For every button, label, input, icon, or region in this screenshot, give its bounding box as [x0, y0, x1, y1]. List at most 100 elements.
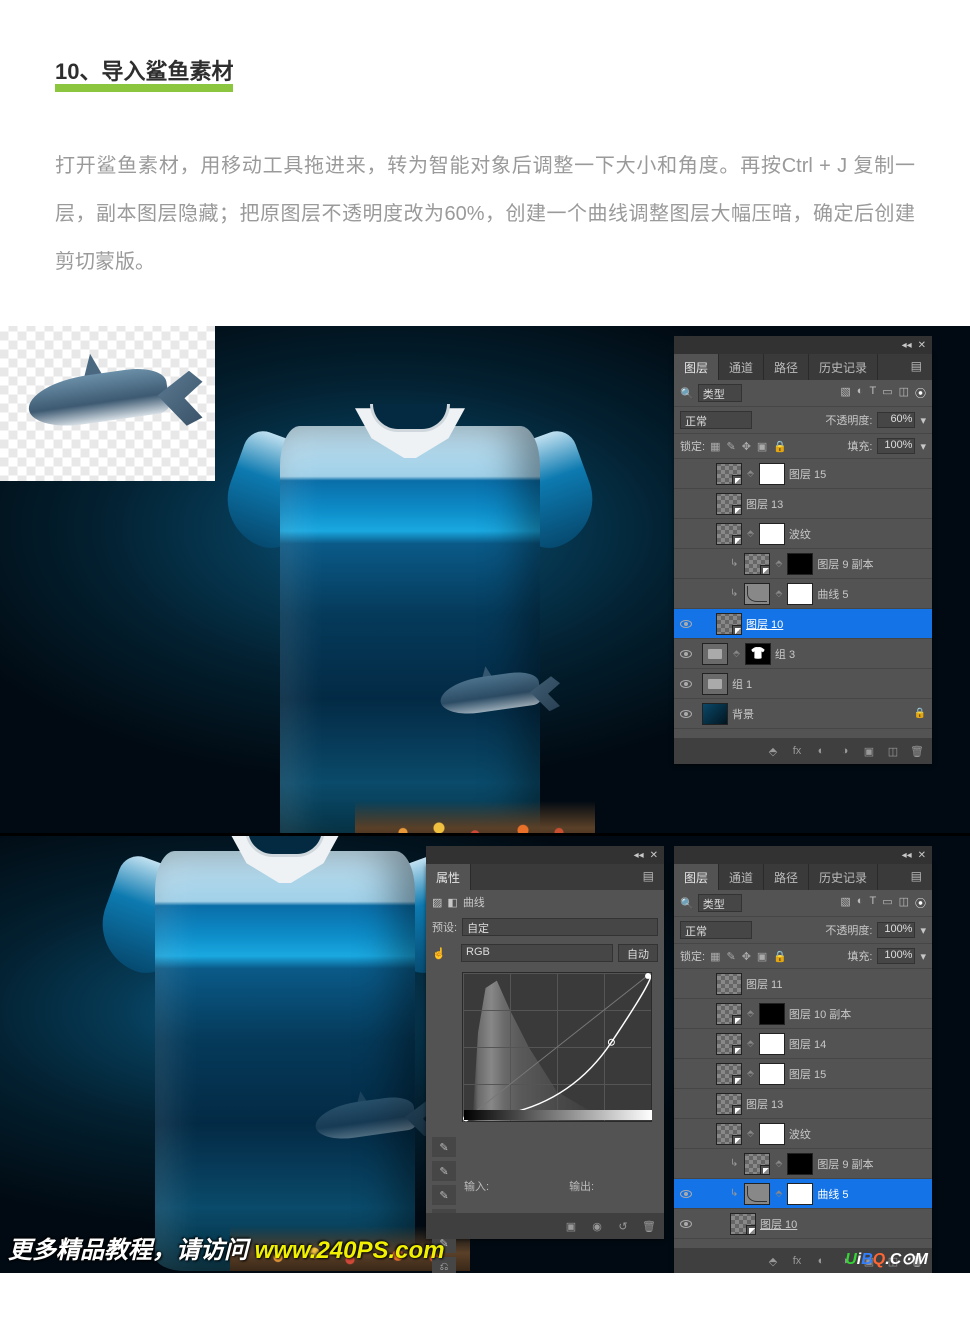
- fill-input[interactable]: 100%: [877, 438, 915, 454]
- layer-name-label[interactable]: 波纹: [789, 526, 811, 542]
- trash-icon[interactable]: 🗑: [910, 744, 924, 758]
- tab-history[interactable]: 历史记录: [809, 864, 878, 890]
- layer-name-label[interactable]: 组 3: [775, 646, 795, 662]
- layer-thumb[interactable]: [702, 673, 728, 695]
- layer-name-label[interactable]: 图层 10 副本: [789, 1006, 851, 1022]
- lock-brush-icon[interactable]: ✎: [726, 950, 735, 963]
- blend-mode-select[interactable]: 正常: [680, 921, 752, 939]
- fill-input[interactable]: 100%: [877, 948, 915, 964]
- layer-thumb[interactable]: [744, 553, 770, 575]
- layer-row[interactable]: ↳⬘图层 9 副本: [674, 549, 932, 579]
- view-prev-icon[interactable]: ◉: [590, 1219, 604, 1233]
- layer-name-label[interactable]: 图层 13: [746, 1096, 783, 1112]
- tab-paths[interactable]: 路径: [764, 864, 809, 890]
- hand-icon[interactable]: ☝: [432, 947, 456, 960]
- visibility-toggle[interactable]: [678, 706, 694, 722]
- layer-thumb[interactable]: [716, 973, 742, 995]
- tab-layers[interactable]: 图层: [674, 864, 719, 890]
- layer-name-label[interactable]: 图层 15: [789, 1066, 826, 1082]
- auto-button[interactable]: 自动: [618, 944, 658, 962]
- filter-image-icon[interactable]: ▧: [840, 895, 850, 911]
- mask-icon[interactable]: ◐: [814, 1254, 828, 1268]
- close-icon[interactable]: ✕: [650, 850, 658, 861]
- layer-row[interactable]: 图层 13: [674, 1089, 932, 1119]
- clip-icon[interactable]: ▣: [564, 1219, 578, 1233]
- eyedropper-black-icon[interactable]: ✎: [432, 1137, 456, 1157]
- layer-name-label[interactable]: 图层 14: [789, 1036, 826, 1052]
- link-layers-icon[interactable]: ⬘: [766, 744, 780, 758]
- layer-thumb[interactable]: [759, 1063, 785, 1085]
- filter-smart-icon[interactable]: ◫: [899, 385, 909, 401]
- filter-type-select[interactable]: 类型: [698, 384, 742, 402]
- adjustment-icon[interactable]: ◑: [838, 744, 852, 758]
- layer-thumb[interactable]: [787, 1153, 813, 1175]
- mask-icon[interactable]: ◐: [814, 744, 828, 758]
- filter-adjust-icon[interactable]: ◐: [857, 385, 864, 401]
- tab-properties[interactable]: 属性: [426, 864, 471, 890]
- layer-row[interactable]: ⬘图层 14: [674, 1029, 932, 1059]
- lock-pixels-icon[interactable]: ▦: [710, 950, 720, 963]
- layer-row[interactable]: 背景🔒: [674, 699, 932, 729]
- close-icon[interactable]: ✕: [918, 850, 926, 861]
- layer-row[interactable]: 图层 10: [674, 609, 932, 639]
- group-icon[interactable]: ▣: [862, 744, 876, 758]
- layer-row[interactable]: ↳⬘曲线 5: [674, 1179, 932, 1209]
- eyedropper-white-icon[interactable]: ✎: [432, 1185, 456, 1205]
- filter-toggle-icon[interactable]: ⦿: [915, 895, 926, 911]
- tab-channels[interactable]: 通道: [719, 864, 764, 890]
- tab-layers[interactable]: 图层: [674, 354, 719, 380]
- visibility-toggle[interactable]: [678, 1006, 694, 1022]
- visibility-toggle[interactable]: [678, 466, 694, 482]
- layer-thumb[interactable]: [702, 703, 728, 725]
- layer-thumb[interactable]: [745, 643, 771, 665]
- reset-icon[interactable]: ↺: [616, 1219, 630, 1233]
- layer-row[interactable]: 图层 13: [674, 489, 932, 519]
- fx-icon[interactable]: fx: [790, 1254, 804, 1268]
- filter-text-icon[interactable]: T: [869, 385, 876, 401]
- layer-thumb[interactable]: [759, 1003, 785, 1025]
- blend-mode-select[interactable]: 正常: [680, 411, 752, 429]
- layer-thumb[interactable]: [787, 583, 813, 605]
- layer-row[interactable]: ⬘图层 10 副本: [674, 999, 932, 1029]
- tab-paths[interactable]: 路径: [764, 354, 809, 380]
- lock-pixels-icon[interactable]: ▦: [710, 440, 720, 453]
- collapse-icon[interactable]: ◂◂: [634, 850, 644, 861]
- layer-row[interactable]: ↳⬘曲线 5: [674, 579, 932, 609]
- layer-name-label[interactable]: 曲线 5: [817, 1186, 848, 1202]
- layer-row[interactable]: 组 1: [674, 669, 932, 699]
- lock-all-icon[interactable]: 🔒: [773, 950, 787, 963]
- layer-row[interactable]: 图层 10: [674, 1209, 932, 1239]
- visibility-toggle[interactable]: [678, 1216, 694, 1232]
- layer-name-label[interactable]: 背景: [732, 706, 754, 722]
- chevron-down-icon[interactable]: ▾: [920, 440, 926, 453]
- visibility-toggle[interactable]: [678, 1036, 694, 1052]
- layer-row[interactable]: ⬘波纹: [674, 519, 932, 549]
- layer-row[interactable]: ↳⬘图层 9 副本: [674, 1149, 932, 1179]
- visibility-toggle[interactable]: [678, 646, 694, 662]
- layer-thumb[interactable]: [744, 583, 770, 605]
- lock-move-icon[interactable]: ✥: [742, 440, 751, 453]
- visibility-toggle[interactable]: [678, 1186, 694, 1202]
- collapse-icon[interactable]: ◂◂: [902, 340, 912, 351]
- filter-adjust-icon[interactable]: ◐: [857, 895, 864, 911]
- filter-shape-icon[interactable]: ▭: [882, 895, 892, 911]
- filter-shape-icon[interactable]: ▭: [882, 385, 892, 401]
- layer-name-label[interactable]: 图层 9 副本: [817, 1156, 873, 1172]
- visibility-toggle[interactable]: [678, 676, 694, 692]
- layer-thumb[interactable]: [716, 463, 742, 485]
- preset-select[interactable]: 自定: [462, 918, 658, 936]
- visibility-toggle[interactable]: [678, 976, 694, 992]
- lock-brush-icon[interactable]: ✎: [726, 440, 735, 453]
- layer-row[interactable]: ⬘组 3: [674, 639, 932, 669]
- layer-name-label[interactable]: 曲线 5: [817, 586, 848, 602]
- layer-thumb[interactable]: [787, 553, 813, 575]
- filter-image-icon[interactable]: ▧: [840, 385, 850, 401]
- layer-thumb[interactable]: [744, 1183, 770, 1205]
- collapse-icon[interactable]: ◂◂: [902, 850, 912, 861]
- chevron-down-icon[interactable]: ▾: [920, 924, 926, 937]
- layer-thumb[interactable]: [716, 493, 742, 515]
- visibility-toggle[interactable]: [678, 556, 694, 572]
- curves-graph[interactable]: [462, 972, 652, 1122]
- close-icon[interactable]: ✕: [918, 340, 926, 351]
- layer-thumb[interactable]: [787, 1183, 813, 1205]
